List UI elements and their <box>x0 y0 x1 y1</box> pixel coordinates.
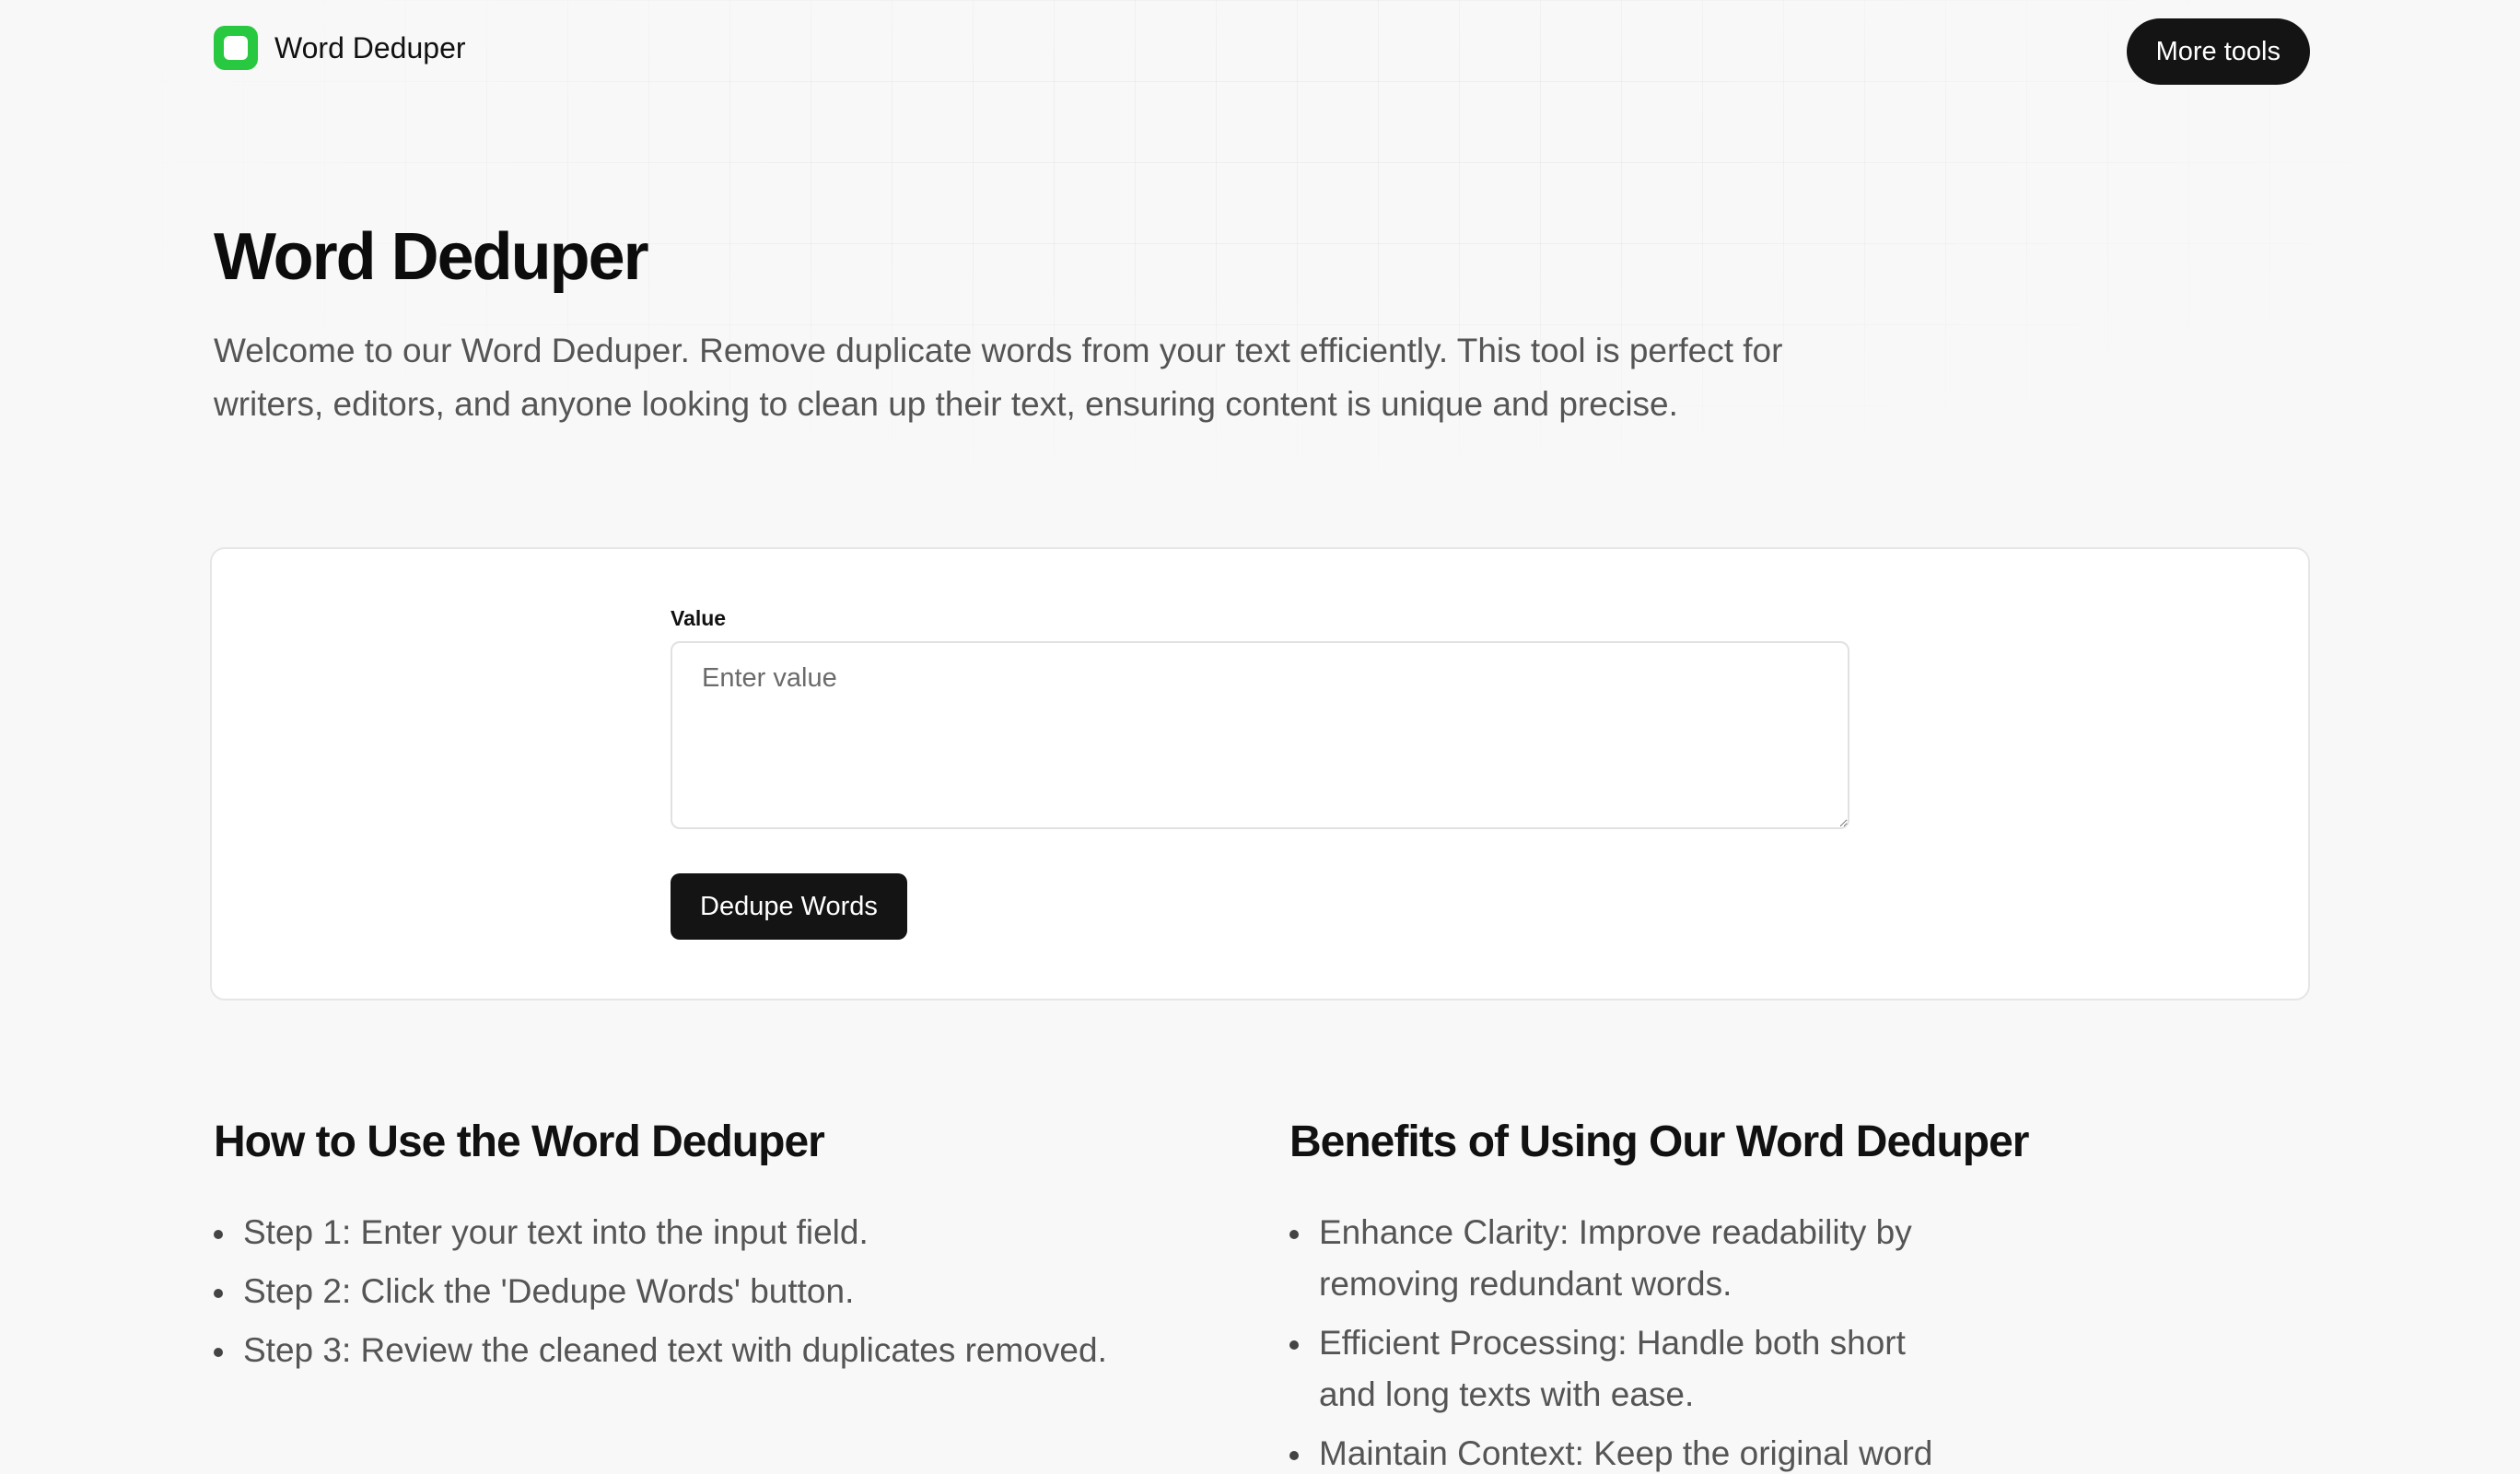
dedupe-words-button[interactable]: Dedupe Words <box>671 873 907 940</box>
value-label: Value <box>671 606 727 630</box>
page-description: Welcome to our Word Deduper. Remove dupl… <box>214 332 1783 423</box>
list-item: Maintain Context: Keep the original word <box>1289 1428 1953 1474</box>
list-item: Step 2: Click the 'Dedupe Words' button. <box>214 1266 1227 1317</box>
more-tools-button[interactable]: More tools <box>2126 18 2310 85</box>
list-item: Step 1: Enter your text into the input f… <box>214 1207 1227 1258</box>
logo-link[interactable]: Word Deduper <box>214 26 466 70</box>
how-to-section: How to Use the Word Deduper Step 1: Ente… <box>214 1113 1227 1384</box>
value-textarea[interactable] <box>671 641 1849 829</box>
top-nav: Word Deduper More tools <box>214 17 2310 87</box>
list-item: Enhance Clarity: Improve readability by … <box>1289 1207 1953 1310</box>
tool-card: Value Dedupe Words <box>210 547 2310 1000</box>
app-logo-icon <box>214 26 258 70</box>
how-to-list: Step 1: Enter your text into the input f… <box>214 1207 1227 1376</box>
logo-text: Word Deduper <box>274 30 466 64</box>
benefits-list: Enhance Clarity: Improve readability by … <box>1289 1207 2303 1474</box>
benefits-section: Benefits of Using Our Word Deduper Enhan… <box>1289 1113 2303 1474</box>
page: Word Deduper More tools Word Deduper Wel… <box>0 0 2520 1474</box>
how-to-heading: How to Use the Word Deduper <box>214 1117 825 1166</box>
benefits-heading: Benefits of Using Our Word Deduper <box>1289 1117 2029 1166</box>
page-title: Word Deduper <box>214 220 649 294</box>
list-item: Step 3: Review the cleaned text with dup… <box>214 1325 1227 1376</box>
list-item: Efficient Processing: Handle both short … <box>1289 1317 1953 1421</box>
